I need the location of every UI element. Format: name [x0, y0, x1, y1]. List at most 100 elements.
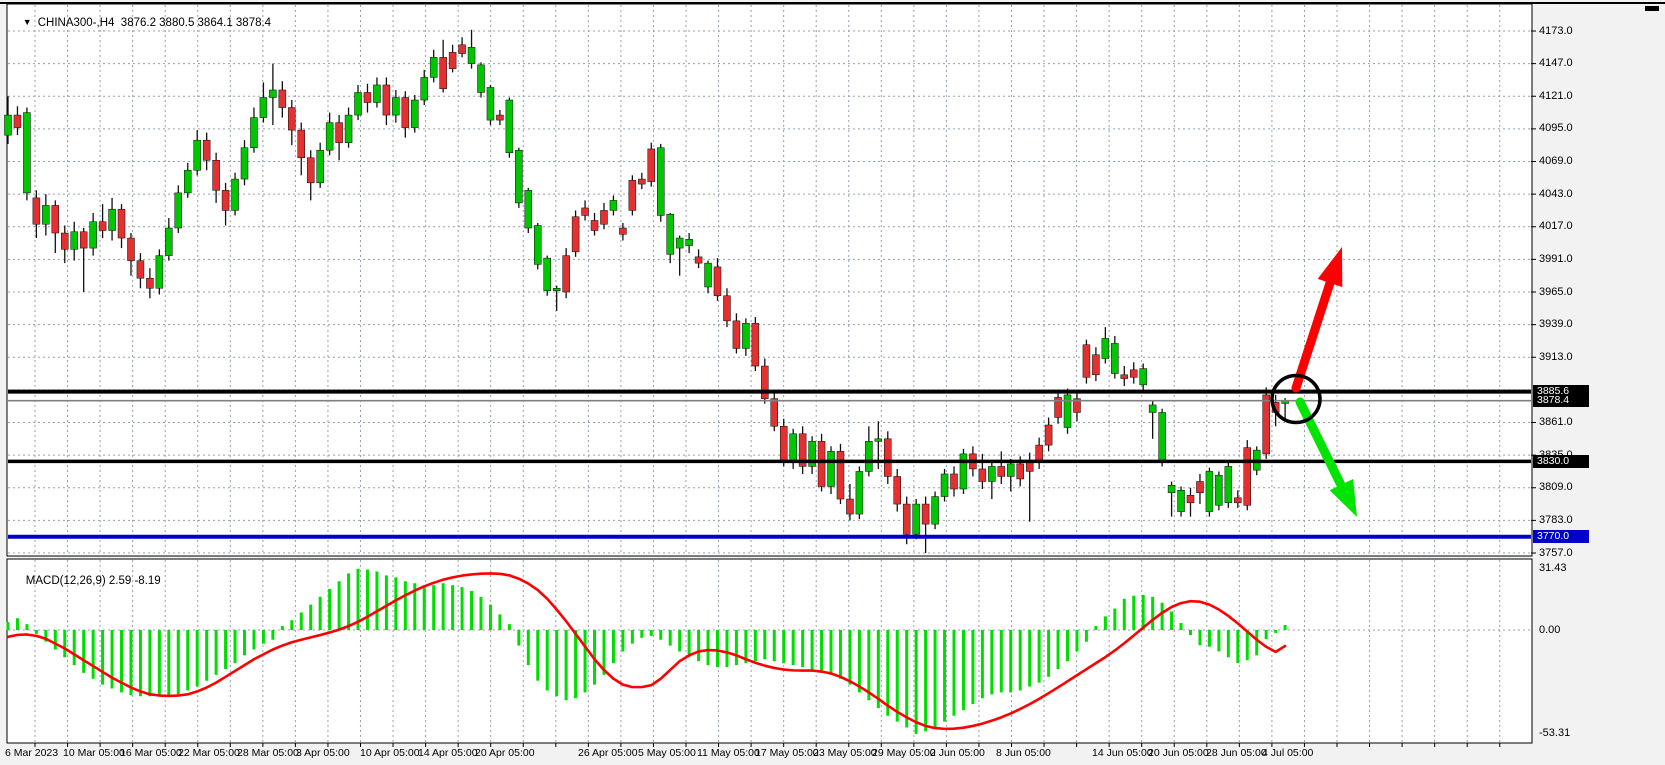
bear-candle	[638, 179, 645, 184]
chart-title: ▼CHINA300-,H4 3876.2 3880.5 3864.1 3878.…	[10, 5, 271, 41]
bear-candle	[695, 257, 702, 263]
bear-candle	[998, 466, 1005, 476]
price-axis-label: 3757.0	[1539, 547, 1573, 559]
bull-candle	[269, 90, 276, 98]
symbol-dropdown-icon[interactable]: ▼	[23, 17, 32, 27]
bear-candle	[383, 85, 390, 115]
bull-candle	[156, 256, 163, 289]
macd-main-value: 2.59	[109, 575, 131, 587]
bear-candle	[14, 115, 21, 128]
bull-candle	[932, 497, 939, 525]
bear-candle	[723, 296, 730, 321]
bear-candle	[582, 208, 589, 216]
bear-candle	[1045, 425, 1052, 445]
bull-candle	[913, 504, 920, 534]
time-axis-label[interactable]: 14 Jun 05:00	[1092, 747, 1153, 759]
bull-candle	[175, 193, 182, 228]
down-arrow-head[interactable]	[1330, 479, 1357, 517]
time-axis-label[interactable]: 5 May 05:00	[638, 747, 696, 759]
price-axis-label: 3809.0	[1539, 481, 1573, 493]
bull-candle	[988, 466, 995, 481]
time-axis-label[interactable]: 14 Apr 05:00	[418, 747, 478, 759]
time-axis-label[interactable]: 22 Mar 05:00	[178, 747, 240, 759]
price-tag-3830.0: 3830.0	[1533, 455, 1589, 468]
price-axis-label: 3861.0	[1539, 416, 1573, 428]
bull-candle	[260, 98, 267, 118]
bull-candle	[515, 150, 522, 203]
bull-candle	[742, 323, 749, 348]
price-panel-border	[7, 4, 1532, 556]
up-arrow-head[interactable]	[1318, 247, 1343, 287]
bear-candle	[288, 108, 295, 131]
bull-candle	[317, 150, 324, 183]
time-axis-label[interactable]: 4 Jul 05:00	[1262, 747, 1313, 759]
bear-candle	[780, 426, 787, 461]
time-axis-label[interactable]: 17 May 05:00	[755, 747, 819, 759]
bear-candle	[761, 366, 768, 399]
bull-candle	[411, 100, 418, 128]
bear-candle	[1121, 375, 1128, 379]
bull-candle	[326, 123, 333, 151]
bear-candle	[951, 474, 958, 489]
bull-candle	[430, 57, 437, 77]
bear-candle	[1234, 498, 1241, 503]
bear-candle	[1263, 395, 1270, 454]
bear-candle	[298, 130, 305, 158]
time-axis-label[interactable]: 2 Jun 05:00	[930, 747, 985, 759]
bear-candle	[771, 399, 778, 427]
bull-candle	[487, 87, 494, 120]
bear-candle	[1187, 495, 1194, 503]
bull-candle	[705, 263, 712, 287]
bear-candle	[894, 476, 901, 504]
bull-candle	[478, 65, 485, 93]
time-axis-label[interactable]: 11 May 05:00	[697, 747, 760, 759]
bull-candle	[1007, 464, 1014, 477]
bear-candle	[837, 451, 844, 499]
bear-candle	[1130, 370, 1137, 378]
window-corner-marker[interactable]	[1645, 6, 1659, 11]
bear-candle	[1196, 481, 1203, 492]
bear-candle	[279, 90, 286, 108]
bull-candle	[1168, 485, 1175, 493]
time-axis-label[interactable]: 28 Mar 05:00	[237, 747, 299, 759]
price-axis-label: 3991.0	[1539, 253, 1573, 265]
bear-candle	[591, 220, 598, 230]
bear-candle	[619, 228, 626, 234]
bull-candle	[525, 190, 532, 228]
time-axis-label[interactable]: 26 Apr 05:00	[578, 747, 638, 759]
time-axis-label[interactable]: 20 Apr 05:00	[475, 747, 535, 759]
bull-candle	[667, 214, 674, 254]
time-axis-label[interactable]: 20 Jun 05:00	[1148, 747, 1209, 759]
bull-candle	[1064, 395, 1071, 428]
bull-candle	[90, 222, 97, 248]
bull-candle	[23, 113, 30, 193]
bear-candle	[459, 45, 466, 54]
price-axis-label: 4095.0	[1539, 122, 1573, 134]
bull-candle	[676, 238, 683, 248]
time-axis-label[interactable]: 10 Mar 05:00	[63, 747, 125, 759]
time-axis-label[interactable]: 8 Jun 05:00	[996, 747, 1051, 759]
up-arrow-shaft[interactable]	[1296, 283, 1330, 388]
time-axis-label[interactable]: 23 May 05:00	[813, 747, 877, 759]
bear-candle	[203, 140, 210, 160]
bear-candle	[629, 180, 636, 210]
bull-candle	[345, 115, 352, 143]
bull-candle	[355, 92, 362, 115]
time-axis-label[interactable]: 28 Jun 05:00	[1206, 747, 1267, 759]
time-axis-label[interactable]: 10 Apr 05:00	[360, 747, 420, 759]
chart-canvas	[0, 0, 1665, 765]
bear-candle	[884, 439, 891, 477]
bull-candle	[232, 179, 239, 210]
bear-candle	[99, 222, 106, 231]
bear-candle	[714, 267, 721, 296]
time-axis-label[interactable]: 16 Mar 05:00	[120, 747, 182, 759]
time-axis-label[interactable]: 29 May 05:00	[872, 747, 936, 759]
price-axis-label: 3939.0	[1539, 318, 1573, 330]
price-axis-label: 4173.0	[1539, 25, 1573, 37]
down-arrow-shaft[interactable]	[1300, 402, 1341, 485]
bear-candle	[118, 209, 125, 238]
price-axis-label: 4043.0	[1539, 188, 1573, 200]
time-axis-label[interactable]: 6 Mar 2023	[5, 747, 58, 759]
bear-candle	[1083, 345, 1090, 378]
time-axis-label[interactable]: 3 Apr 05:00	[296, 747, 350, 759]
